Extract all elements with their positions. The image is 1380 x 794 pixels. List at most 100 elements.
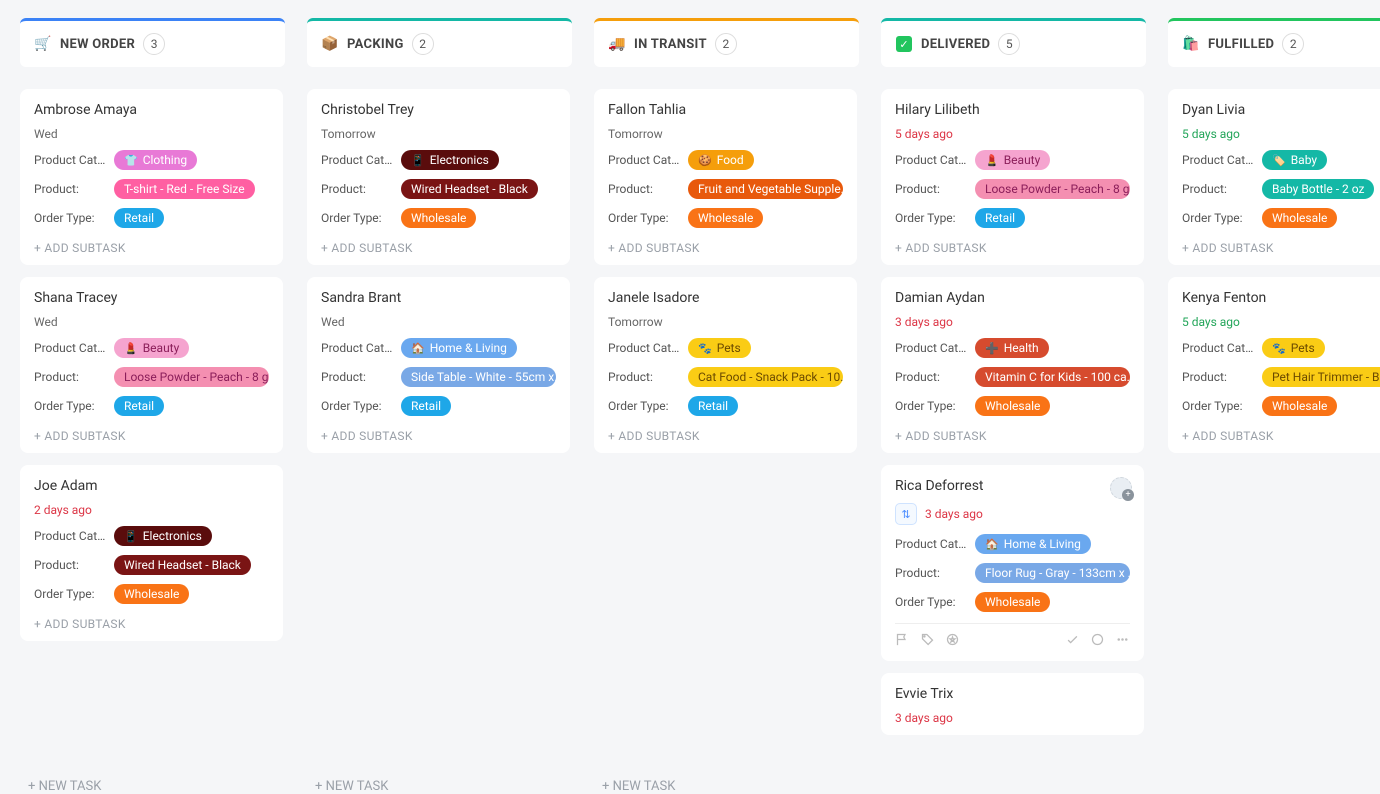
task-card[interactable]: Kenya Fenton5 days agoProduct Cat...🐾Pet… [1168, 277, 1380, 453]
task-card[interactable]: Dyan Livia5 days agoProduct Cat...🏷️Baby… [1168, 89, 1380, 265]
column-count: 2 [412, 33, 434, 55]
column-header-neworder[interactable]: 🛒NEW ORDER3 [20, 18, 285, 67]
pill-order-type[interactable]: Wholesale [114, 584, 189, 604]
task-card[interactable]: Fallon TahliaTomorrowProduct Cat...🍪Food… [594, 89, 857, 265]
pill-product[interactable]: Side Table - White - 55cm x... [401, 367, 556, 387]
cards-list: Dyan Livia5 days agoProduct Cat...🏷️Baby… [1168, 89, 1380, 794]
task-card[interactable]: Damian Aydan3 days agoProduct Cat...➕Hea… [881, 277, 1144, 453]
pill-category[interactable]: 🏠Home & Living [401, 338, 517, 358]
card-date: 3 days ago [895, 315, 1130, 329]
pill-order-type[interactable]: Wholesale [1262, 396, 1337, 416]
task-card[interactable]: Janele IsadoreTomorrowProduct Cat...🐾Pet… [594, 277, 857, 453]
tag-icon[interactable] [920, 632, 935, 651]
flag-icon[interactable] [895, 632, 910, 651]
add-subtask-button[interactable]: + ADD SUBTASK [34, 425, 269, 443]
pill-order-type[interactable]: Wholesale [1262, 208, 1337, 228]
pill-product[interactable]: Pet Hair Trimmer - Blue [1262, 367, 1380, 387]
task-card[interactable]: Sandra BrantWedProduct Cat...🏠Home & Liv… [307, 277, 570, 453]
pill-category[interactable]: 🏠Home & Living [975, 534, 1091, 554]
add-subtask-button[interactable]: + ADD SUBTASK [34, 613, 269, 631]
add-subtask-button[interactable]: + ADD SUBTASK [321, 237, 556, 255]
column-header-fulfilled[interactable]: 🛍️FULFILLED2 [1168, 18, 1380, 67]
task-card[interactable]: Joe Adam2 days agoProduct Cat...📱Electro… [20, 465, 283, 641]
label-order-type: Order Type: [34, 399, 106, 413]
pill-order-type[interactable]: Retail [688, 396, 738, 416]
pill-category[interactable]: 👕Clothing [114, 150, 197, 170]
pill-category-text: Home & Living [1004, 537, 1081, 551]
card-date: 5 days ago [1182, 127, 1380, 141]
column-packing: 📦PACKING2Christobel TreyTomorrowProduct … [307, 18, 572, 794]
card-date: 5 days ago [1182, 315, 1380, 329]
new-task-button[interactable]: + NEW TASK [594, 771, 859, 794]
more-icon[interactable] [1115, 632, 1130, 651]
add-subtask-button[interactable]: + ADD SUBTASK [1182, 237, 1380, 255]
pill-order-type[interactable]: Wholesale [688, 208, 763, 228]
pill-product[interactable]: Wired Headset - Black [401, 179, 538, 199]
pill-product[interactable]: Cat Food - Snack Pack - 10... [688, 367, 843, 387]
add-subtask-button[interactable]: + ADD SUBTASK [1182, 425, 1380, 443]
pill-order-type[interactable]: Wholesale [975, 592, 1050, 612]
add-subtask-button[interactable]: + ADD SUBTASK [895, 425, 1130, 443]
row-product: Product:Cat Food - Snack Pack - 10... [608, 367, 843, 387]
date-icon[interactable]: ⇅ [895, 503, 917, 525]
pill-product[interactable]: Floor Rug - Gray - 133cm x ... [975, 563, 1130, 583]
task-card[interactable]: Hilary Lilibeth5 days agoProduct Cat...💄… [881, 89, 1144, 265]
kanban-board: 🛒NEW ORDER3 Ambrose AmayaWedProduct Cat..… [0, 0, 1380, 794]
pill-product[interactable]: Loose Powder - Peach - 8 g... [114, 367, 269, 387]
pill-category-text: Pets [1291, 341, 1315, 355]
add-subtask-button[interactable]: + ADD SUBTASK [321, 425, 556, 443]
card-date: Wed [321, 315, 556, 329]
task-card[interactable]: Shana TraceyWedProduct Cat...💄BeautyProd… [20, 277, 283, 453]
card-title: Dyan Livia [1182, 102, 1380, 118]
assignee-add-icon[interactable] [1110, 477, 1132, 499]
pill-category[interactable]: 🐾Pets [688, 338, 751, 358]
pill-order-type[interactable]: Retail [114, 208, 164, 228]
pill-product[interactable]: Fruit and Vegetable Supple... [688, 179, 843, 199]
star-icon[interactable] [945, 632, 960, 651]
card-title: Sandra Brant [321, 290, 556, 306]
card-date-text: Tomorrow [321, 127, 376, 141]
add-subtask-button[interactable]: + ADD SUBTASK [34, 237, 269, 255]
column-header-delivered[interactable]: ✓DELIVERED5 [881, 18, 1146, 67]
label-order-type: Order Type: [895, 595, 967, 609]
pill-category[interactable]: 🏷️Baby [1262, 150, 1327, 170]
pill-category[interactable]: 📱Electronics [401, 150, 499, 170]
task-card[interactable]: Evvie Trix3 days ago [881, 673, 1144, 735]
card-title: Damian Aydan [895, 290, 1130, 306]
new-task-button[interactable]: + NEW TASK [307, 771, 572, 794]
add-subtask-button[interactable]: + ADD SUBTASK [608, 237, 843, 255]
add-subtask-button[interactable]: + ADD SUBTASK [608, 425, 843, 443]
pill-product[interactable]: T-shirt - Red - Free Size [114, 179, 255, 199]
pill-product[interactable]: Vitamin C for Kids - 100 ca... [975, 367, 1130, 387]
pill-order-type[interactable]: Retail [401, 396, 451, 416]
task-card[interactable]: Christobel TreyTomorrowProduct Cat...📱El… [307, 89, 570, 265]
category-emoji-icon: 💄 [124, 342, 138, 355]
pill-category[interactable]: 💄Beauty [114, 338, 189, 358]
task-card[interactable]: Rica Deforrest⇅3 days agoProduct Cat...🏠… [881, 465, 1144, 661]
column-header-packing[interactable]: 📦PACKING2 [307, 18, 572, 67]
add-subtask-button[interactable]: + ADD SUBTASK [895, 237, 1130, 255]
status-circle-icon[interactable] [1090, 632, 1105, 651]
row-product: Product:Loose Powder - Peach - 8 g... [895, 179, 1130, 199]
pill-category[interactable]: ➕Health [975, 338, 1049, 358]
pill-order-type[interactable]: Wholesale [975, 396, 1050, 416]
pill-order-type[interactable]: Wholesale [401, 208, 476, 228]
category-emoji-icon: 🐾 [1272, 342, 1286, 355]
new-task-button[interactable]: + NEW TASK [20, 771, 285, 794]
label-order-type: Order Type: [321, 399, 393, 413]
pill-category[interactable]: 🐾 Pets [1262, 338, 1325, 358]
pill-product[interactable]: Wired Headset - Black [114, 555, 251, 575]
complete-icon[interactable] [1065, 632, 1080, 651]
column-header-intransit[interactable]: 🚚IN TRANSIT2 [594, 18, 859, 67]
pill-order-type[interactable]: Retail [114, 396, 164, 416]
label-category: Product Cat... [608, 153, 680, 167]
column-title: PACKING [347, 37, 404, 52]
pill-product[interactable]: Baby Bottle - 2 oz [1262, 179, 1374, 199]
pill-product[interactable]: Loose Powder - Peach - 8 g... [975, 179, 1130, 199]
column-count: 2 [715, 33, 737, 55]
pill-category[interactable]: 💄Beauty [975, 150, 1050, 170]
pill-category[interactable]: 🍪Food [688, 150, 754, 170]
task-card[interactable]: Ambrose AmayaWedProduct Cat...👕ClothingP… [20, 89, 283, 265]
pill-category[interactable]: 📱Electronics [114, 526, 212, 546]
pill-order-type[interactable]: Retail [975, 208, 1025, 228]
